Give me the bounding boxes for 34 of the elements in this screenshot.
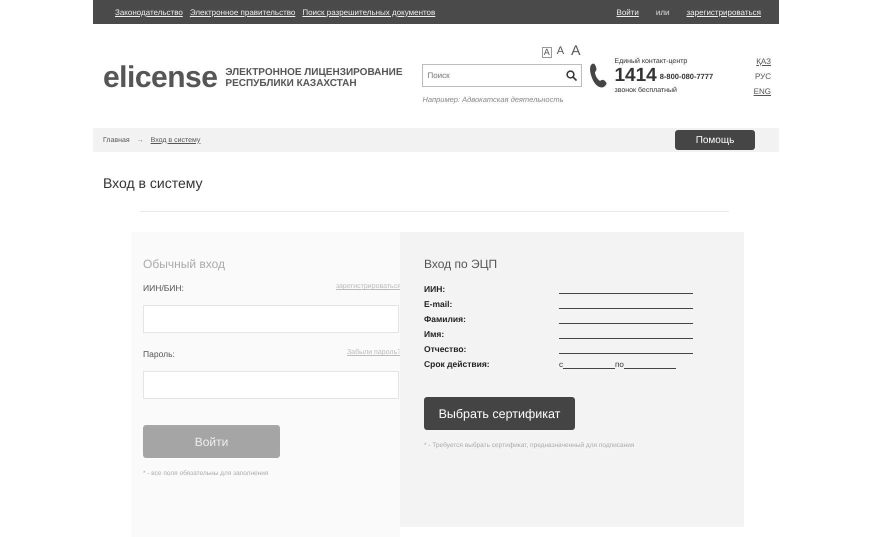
login-link[interactable]: Войти (616, 8, 639, 16)
field-label: ИИН: (424, 284, 446, 294)
nav-link[interactable]: Электронное правительство (190, 8, 296, 16)
field-label: Срок действия: (424, 359, 491, 369)
font-size-button[interactable]: A (554, 45, 566, 58)
page-title: Вход в систему (103, 175, 204, 191)
field-label: E-mail: (424, 299, 454, 309)
nav-link[interactable]: Законодательство (115, 8, 183, 16)
font-size-button[interactable]: A (542, 47, 552, 58)
nav-link[interactable]: Поиск разрешительных документов (302, 8, 436, 16)
field-label: Имя: (424, 329, 446, 339)
short-number: 1414 (614, 65, 657, 86)
search-icon[interactable] (566, 70, 578, 81)
font-size-button[interactable]: A (569, 42, 582, 58)
input-field[interactable] (143, 305, 399, 333)
panel-title: Вход по ЭЦП (424, 257, 498, 271)
help-button[interactable]: Помощь (675, 130, 755, 150)
to-label: по (615, 360, 624, 369)
register-link[interactable]: зарегистрироваться (686, 8, 761, 16)
field-label: Отчество: (424, 344, 468, 354)
choose-certificate-button[interactable]: Выбрать сертификат (424, 397, 575, 430)
language-link[interactable]: РУС (754, 72, 771, 80)
field-label: Фамилия: (424, 314, 467, 324)
panel-title: Обычный вход (143, 257, 226, 271)
tagline: ЭЛЕКТРОННОЕ ЛИЦЕНЗИРОВАНИЕ РЕСПУБЛИКИ КАЗАХСТАН (225, 67, 402, 89)
search-field[interactable]: Поиск (422, 64, 582, 87)
logo[interactable]: elicense (103, 61, 218, 95)
language-link[interactable]: ENG (754, 86, 771, 96)
from-label: с (559, 360, 563, 369)
field-label: Пароль: (143, 349, 175, 359)
field-label: ИИН/БИН: (143, 283, 184, 293)
or-text: или (656, 8, 670, 16)
language-link[interactable]: ҚАЗ (756, 56, 771, 66)
input-field[interactable] (143, 371, 399, 399)
